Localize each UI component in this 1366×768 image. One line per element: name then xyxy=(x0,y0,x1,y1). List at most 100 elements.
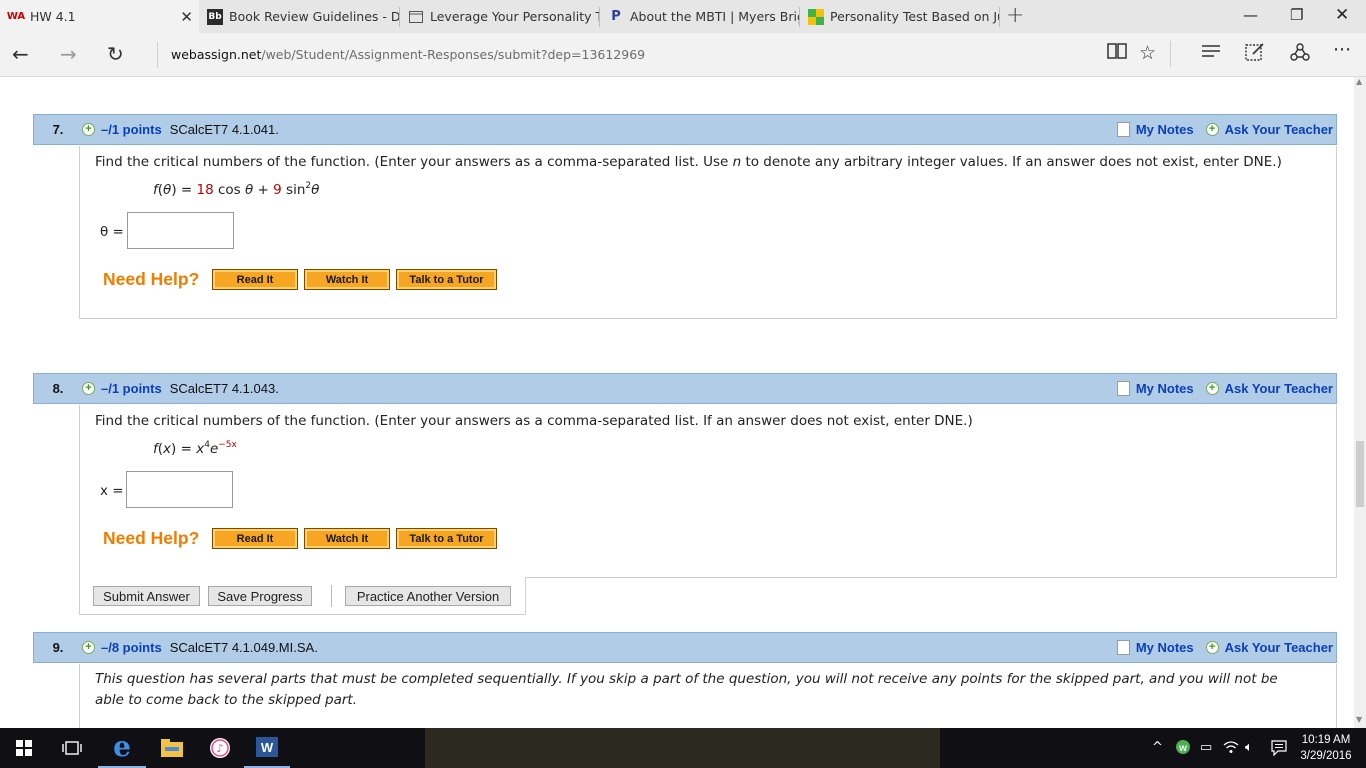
read-it-button[interactable]: Read It xyxy=(212,269,298,290)
tab-divider xyxy=(999,7,1000,27)
webassign-favicon-icon: WA xyxy=(6,11,26,22)
ask-teacher-plus-icon: + xyxy=(1205,641,1219,654)
question-8-body xyxy=(79,405,1337,578)
volume-muted-icon[interactable]: 🔈︎ xyxy=(1245,740,1253,755)
page-favicon-icon xyxy=(408,9,424,25)
ask-your-teacher-link[interactable]: Ask Your Teacher xyxy=(1225,640,1333,655)
page-content: 7. + –/1 points SCalcET7 4.1.041. My Not… xyxy=(0,77,1354,728)
forward-arrow-icon[interactable]: → xyxy=(60,42,77,66)
my-notes-link[interactable]: My Notes xyxy=(1136,381,1194,396)
task-view-icon[interactable] xyxy=(48,728,96,768)
file-explorer-icon[interactable] xyxy=(148,728,196,768)
submit-answer-button[interactable]: Submit Answer xyxy=(93,586,200,606)
question-9-prompt: This question has several parts that mus… xyxy=(95,671,1278,708)
question-8-header: 8. + –/1 points SCalcET7 4.1.043. My Not… xyxy=(33,373,1337,404)
new-tab-icon[interactable]: + xyxy=(1006,3,1024,28)
more-options-icon[interactable]: ··· xyxy=(1333,39,1351,61)
question-number: 7. xyxy=(52,122,64,137)
watch-it-button[interactable]: Watch It xyxy=(304,269,390,290)
my-notes-link[interactable]: My Notes xyxy=(1136,640,1194,655)
note-icon xyxy=(1116,122,1130,137)
scroll-up-icon[interactable]: ▲ xyxy=(1356,77,1362,86)
x-answer-input[interactable] xyxy=(126,471,233,508)
tab-hw-4-1[interactable]: WA HW 4.1 ✕ xyxy=(0,0,199,33)
expand-plus-icon[interactable]: + xyxy=(82,382,95,395)
question-points: –/8 points xyxy=(101,640,162,655)
web-note-icon[interactable] xyxy=(1245,42,1265,67)
edge-browser-icon[interactable]: e xyxy=(98,728,146,768)
taskbar-wallpaper-area xyxy=(425,728,940,768)
personality-test-favicon-icon xyxy=(808,8,824,25)
tab-about-mbti[interactable]: P About the MBTI | Myers Brig xyxy=(600,0,799,33)
question-7-body xyxy=(79,146,1337,319)
tray-app-icon[interactable]: w xyxy=(1175,739,1191,759)
back-arrow-icon[interactable]: ← xyxy=(12,42,29,66)
question-7-formula: f(θ) = 18 cos θ + 9 sin2θ xyxy=(153,181,320,198)
battery-icon[interactable]: ▭ xyxy=(1200,740,1212,755)
clock-date: 3/29/2016 xyxy=(1300,750,1352,762)
question-8-formula: f(x) = x4e−5x xyxy=(153,440,237,457)
close-tab-icon[interactable]: ✕ xyxy=(180,8,193,26)
note-icon xyxy=(1116,640,1130,655)
url-field[interactable]: webassign.net/web/Student/Assignment-Res… xyxy=(171,47,645,62)
save-progress-button[interactable]: Save Progress xyxy=(208,586,312,606)
expand-plus-icon[interactable]: + xyxy=(82,641,95,654)
word-app-icon[interactable]: W xyxy=(244,728,290,768)
action-center-icon[interactable] xyxy=(1271,740,1287,760)
start-windows-icon[interactable] xyxy=(0,728,48,768)
address-bar: ← → ↻ webassign.net/web/Student/Assignme… xyxy=(0,33,1366,77)
url-divider xyxy=(157,42,158,68)
svg-text:W: W xyxy=(261,740,274,755)
question-9-header: 9. + –/8 points SCalcET7 4.1.049.MI.SA. … xyxy=(33,632,1337,663)
blackboard-favicon-icon: Bb xyxy=(207,8,223,25)
scrollbar-thumb[interactable] xyxy=(1356,441,1364,507)
close-window-icon[interactable]: ✕ xyxy=(1335,5,1349,25)
taskbar-clock[interactable]: 10:19 AM 3/29/2016 xyxy=(1296,732,1356,764)
tab-book-review[interactable]: Bb Book Review Guidelines - D xyxy=(199,0,399,33)
scroll-down-icon[interactable]: ▼ xyxy=(1356,715,1362,724)
favorite-star-icon[interactable]: ☆ xyxy=(1139,42,1156,64)
show-hidden-icons-chevron-icon[interactable]: ^ xyxy=(1152,740,1163,755)
minimize-icon[interactable]: — xyxy=(1243,6,1258,24)
tab-leverage-personality[interactable]: Leverage Your Personality Ty xyxy=(400,0,599,33)
note-icon xyxy=(1116,381,1130,396)
svg-text:w: w xyxy=(1178,743,1187,754)
theta-answer-input[interactable] xyxy=(127,212,234,249)
my-notes-link[interactable]: My Notes xyxy=(1136,122,1194,137)
need-help-label: Need Help? xyxy=(103,528,200,548)
windows-taskbar: e ♪ W ^ w ▭ 🔈︎ 10:19 AM 3/29/2016 xyxy=(0,728,1366,768)
question-points: –/1 points xyxy=(101,122,162,137)
ask-teacher-plus-icon: + xyxy=(1205,123,1219,136)
question-code: SCalcET7 4.1.041. xyxy=(169,122,279,137)
svg-text:♪: ♪ xyxy=(216,742,223,755)
question-8-prompt: Find the critical numbers of the functio… xyxy=(95,413,973,429)
talk-to-tutor-button[interactable]: Talk to a Tutor xyxy=(396,269,497,290)
question-code: SCalcET7 4.1.049.MI.SA. xyxy=(169,640,318,655)
ask-your-teacher-link[interactable]: Ask Your Teacher xyxy=(1225,122,1333,137)
restore-icon[interactable]: ❐ xyxy=(1290,6,1303,24)
refresh-icon[interactable]: ↻ xyxy=(107,42,124,66)
ask-your-teacher-link[interactable]: Ask Your Teacher xyxy=(1225,381,1333,396)
tab-personality-test[interactable]: Personality Test Based on Ju xyxy=(800,0,999,33)
question-points: –/1 points xyxy=(101,381,162,396)
watch-it-button[interactable]: Watch It xyxy=(304,528,390,549)
toolbar-divider xyxy=(1170,41,1171,67)
question-code: SCalcET7 4.1.043. xyxy=(169,381,279,396)
wifi-icon[interactable] xyxy=(1223,740,1239,758)
button-divider xyxy=(331,585,332,607)
question-7-header: 7. + –/1 points SCalcET7 4.1.041. My Not… xyxy=(33,114,1337,145)
expand-plus-icon[interactable]: + xyxy=(82,123,95,136)
itunes-icon[interactable]: ♪ xyxy=(196,728,244,768)
x-answer-label: x = xyxy=(100,483,124,499)
practice-another-version-button[interactable]: Practice Another Version xyxy=(345,586,511,606)
read-it-button[interactable]: Read It xyxy=(212,528,298,549)
theta-answer-label: θ = xyxy=(100,224,124,240)
mbti-favicon-icon: P xyxy=(611,9,621,24)
question-number: 8. xyxy=(52,381,64,396)
reading-view-icon[interactable] xyxy=(1107,42,1127,65)
question-7-prompt: Find the critical numbers of the functio… xyxy=(95,154,1282,170)
share-icon[interactable] xyxy=(1290,42,1310,67)
hub-icon[interactable] xyxy=(1201,42,1221,64)
vertical-scrollbar[interactable]: ▲ ▼ xyxy=(1354,77,1366,728)
talk-to-tutor-button[interactable]: Talk to a Tutor xyxy=(396,528,497,549)
